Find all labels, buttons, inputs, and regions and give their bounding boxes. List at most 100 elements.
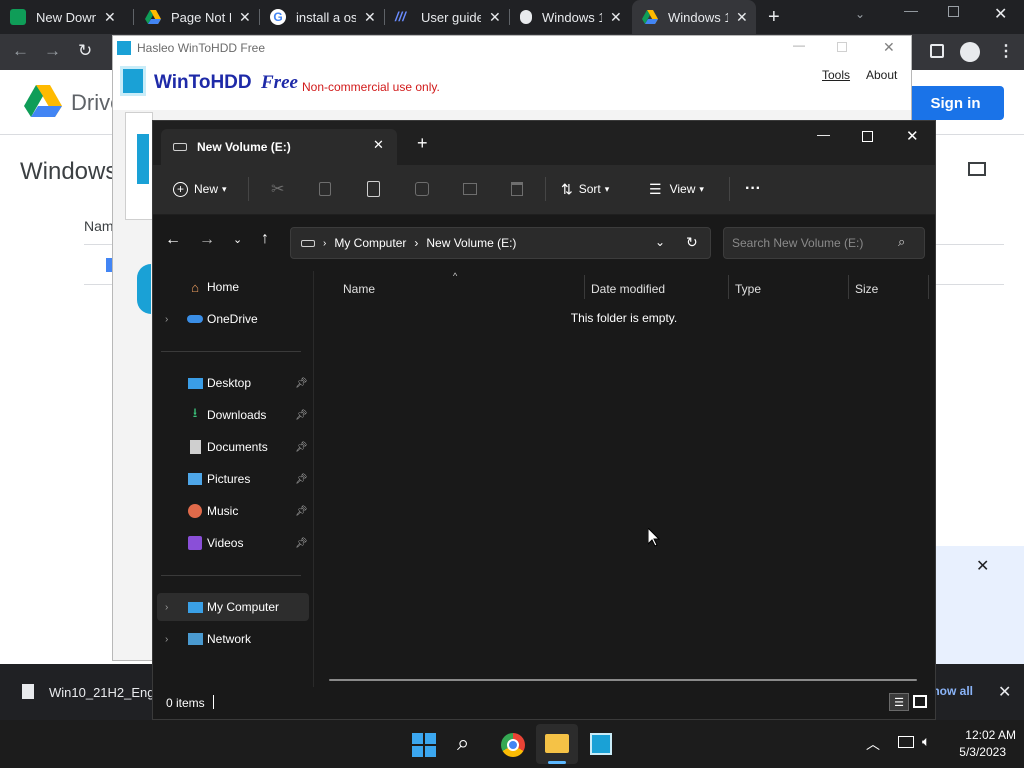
- close-icon[interactable]: ✕: [364, 9, 376, 26]
- column-header-size[interactable]: Size: [855, 277, 878, 301]
- clock-date[interactable]: 5/3/2023: [946, 745, 1006, 759]
- pane-divider[interactable]: [313, 271, 314, 687]
- chrome-tab-2[interactable]: Page Not F ✕: [135, 0, 259, 34]
- search-input[interactable]: Search New Volume (E:) ⌕: [723, 227, 925, 259]
- delete-icon[interactable]: [511, 165, 523, 213]
- chrome-tab-6-active[interactable]: Windows 1 ✕: [632, 0, 756, 34]
- show-all-button[interactable]: Show all: [935, 684, 973, 700]
- reload-icon[interactable]: ↻: [78, 41, 92, 61]
- volume-icon[interactable]: 🔈︎: [922, 733, 930, 750]
- minimize-icon[interactable]: —: [904, 2, 918, 18]
- tiles-view-icon[interactable]: [913, 695, 927, 708]
- new-tab-button[interactable]: +: [417, 133, 428, 154]
- column-header-name[interactable]: Name: [343, 277, 375, 301]
- menu-about[interactable]: About: [866, 68, 897, 82]
- nav-item-onedrive[interactable]: › OneDrive: [157, 305, 309, 333]
- explorer-tab-active[interactable]: New Volume (E:) ✕: [161, 129, 397, 165]
- address-bar[interactable]: › My Computer › New Volume (E:) ⌄ ↻: [290, 227, 711, 259]
- chevron-right-icon[interactable]: ›: [165, 314, 168, 325]
- profile-icon[interactable]: [960, 42, 980, 62]
- more-options-button[interactable]: ···: [745, 165, 761, 213]
- close-icon[interactable]: ✕: [736, 9, 748, 26]
- minimize-icon[interactable]: —: [793, 38, 805, 52]
- new-tab-button[interactable]: +: [768, 6, 780, 29]
- menu-tools[interactable]: Tools: [822, 68, 850, 82]
- breadcrumb-new-volume[interactable]: New Volume (E:): [426, 236, 516, 250]
- maximize-icon[interactable]: [862, 131, 873, 142]
- chrome-tab-1[interactable]: New Downl ✕: [0, 0, 132, 34]
- close-icon[interactable]: ✕: [994, 4, 1007, 24]
- column-divider[interactable]: [584, 275, 585, 299]
- close-icon[interactable]: ✕: [906, 127, 919, 145]
- close-icon[interactable]: ✕: [976, 556, 989, 576]
- chevron-right-icon[interactable]: ›: [165, 602, 168, 613]
- pin-icon[interactable]: 📌︎: [295, 410, 308, 421]
- chrome-icon[interactable]: [501, 733, 525, 757]
- column-header-name[interactable]: Nam: [84, 218, 114, 234]
- chrome-tab-3[interactable]: G install a os ✕: [260, 0, 384, 34]
- column-header-type[interactable]: Type: [735, 277, 761, 301]
- chrome-tab-5[interactable]: Windows 1 ✕: [510, 0, 632, 34]
- chevron-up-icon[interactable]: ︿: [866, 734, 880, 754]
- search-icon[interactable]: ⌕: [457, 730, 469, 756]
- recent-locations-icon[interactable]: ⌄: [233, 233, 242, 246]
- new-button[interactable]: + New ▾: [173, 165, 227, 213]
- nav-item-documents[interactable]: Documents 📌︎: [157, 433, 309, 461]
- column-divider[interactable]: [728, 275, 729, 299]
- view-button[interactable]: ☰ View ▾: [649, 165, 704, 213]
- nav-item-downloads[interactable]: ⭳ Downloads 📌︎: [157, 401, 309, 429]
- maximize-icon[interactable]: [837, 42, 847, 52]
- paste-icon[interactable]: [367, 165, 380, 213]
- sign-in-button[interactable]: Sign in: [907, 86, 1004, 120]
- refresh-icon[interactable]: ↻: [686, 234, 698, 251]
- breadcrumb-my-computer[interactable]: My Computer: [334, 236, 406, 250]
- close-icon[interactable]: ✕: [998, 682, 1011, 702]
- chrome-tab-4[interactable]: /// User guide ✕: [385, 0, 509, 34]
- pin-icon[interactable]: 📌︎: [295, 538, 308, 549]
- start-icon[interactable]: [412, 733, 436, 757]
- side-panel-icon[interactable]: [930, 44, 944, 58]
- maximize-icon[interactable]: [948, 6, 959, 17]
- nav-item-my-computer[interactable]: › My Computer: [157, 593, 309, 621]
- back-icon[interactable]: ←: [165, 231, 181, 249]
- nav-item-videos[interactable]: Videos 📌︎: [157, 529, 309, 557]
- file-explorer-icon[interactable]: [545, 734, 569, 753]
- close-icon[interactable]: ✕: [883, 39, 895, 56]
- nav-item-pictures[interactable]: Pictures 📌︎: [157, 465, 309, 493]
- pin-icon[interactable]: 📌︎: [295, 378, 308, 389]
- chevron-right-icon[interactable]: ›: [165, 634, 168, 645]
- forward-icon[interactable]: →: [199, 231, 215, 249]
- minimize-icon[interactable]: —: [817, 127, 830, 142]
- pin-icon[interactable]: 📌︎: [295, 506, 308, 517]
- back-icon[interactable]: ←: [12, 41, 29, 61]
- chevron-down-icon[interactable]: ⌄: [655, 235, 665, 249]
- tab-search-icon[interactable]: ⌄: [855, 7, 865, 21]
- close-icon[interactable]: ✕: [489, 9, 501, 26]
- close-icon[interactable]: ✕: [610, 9, 622, 26]
- wintohdd-taskbar-icon[interactable]: [590, 733, 612, 755]
- nav-item-home[interactable]: ⌂ Home: [157, 273, 309, 301]
- horizontal-scrollbar[interactable]: [329, 679, 917, 681]
- details-view-icon[interactable]: ☰: [889, 693, 909, 711]
- menu-icon[interactable]: ⋮: [998, 41, 1014, 61]
- column-divider[interactable]: [928, 275, 929, 299]
- cut-icon[interactable]: ✂: [271, 165, 284, 213]
- close-icon[interactable]: ✕: [239, 9, 251, 26]
- search-icon[interactable]: ⌕: [898, 234, 905, 250]
- sort-button[interactable]: ⇅ Sort ▾: [561, 165, 609, 213]
- pin-icon[interactable]: 📌︎: [295, 474, 308, 485]
- up-icon[interactable]: ↑: [261, 230, 269, 248]
- nav-item-music[interactable]: Music 📌︎: [157, 497, 309, 525]
- rename-icon[interactable]: [415, 165, 429, 213]
- forward-icon[interactable]: →: [44, 41, 61, 61]
- column-divider[interactable]: [848, 275, 849, 299]
- download-filename[interactable]: Win10_21H2_Engl: [49, 685, 157, 700]
- pin-icon[interactable]: 📌︎: [295, 442, 308, 453]
- nav-item-desktop[interactable]: Desktop 📌︎: [157, 369, 309, 397]
- copy-icon[interactable]: [319, 165, 331, 213]
- nav-item-network[interactable]: › Network: [157, 625, 309, 653]
- close-icon[interactable]: ✕: [373, 137, 384, 153]
- network-icon[interactable]: [898, 736, 914, 748]
- close-icon[interactable]: ✕: [104, 9, 116, 26]
- column-header-date-modified[interactable]: Date modified: [591, 277, 665, 301]
